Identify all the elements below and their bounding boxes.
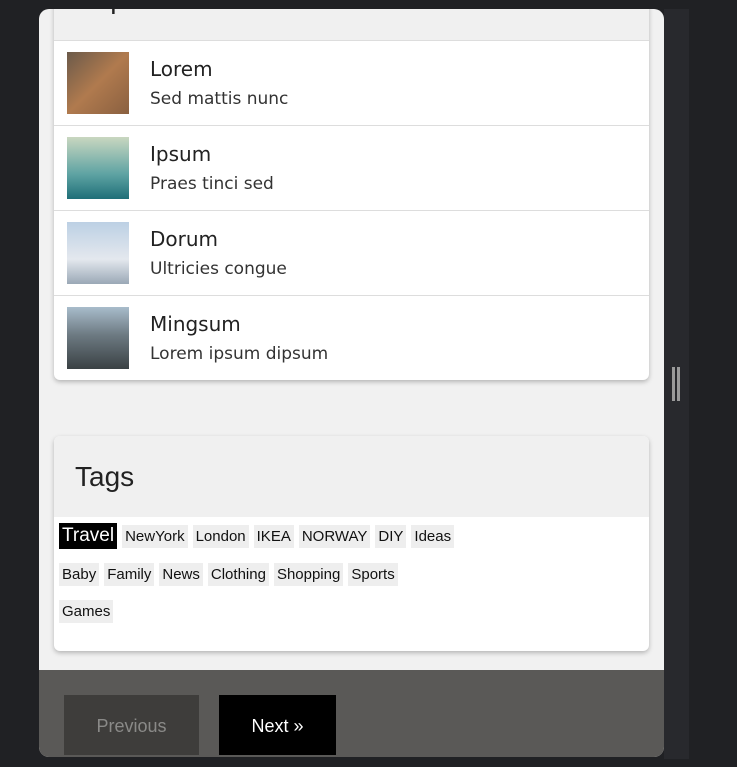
resize-handle[interactable]: [672, 367, 682, 401]
tag-newyork[interactable]: NewYork: [122, 525, 188, 548]
tag-shopping[interactable]: Shopping: [273, 563, 344, 586]
tag-ideas[interactable]: Ideas: [411, 525, 455, 548]
popular-posts-title: Popular Posts: [54, 9, 649, 40]
tag-baby[interactable]: Baby: [59, 563, 100, 586]
tag-list: Travel NewYork London IKEA NORWAY DIY Ideas Bab…: [54, 517, 649, 637]
tag-clothing[interactable]: Clothing: [207, 563, 269, 586]
post-title: Mingsum: [150, 312, 241, 336]
list-item[interactable]: Dorum Ultricies congue: [54, 210, 649, 295]
tags-title: Tags: [54, 436, 649, 517]
post-thumbnail: [67, 307, 129, 369]
post-thumbnail: [67, 222, 129, 284]
list-item[interactable]: Mingsum Lorem ipsum dipsum: [54, 295, 649, 380]
post-subtitle: Praes tinci sed: [150, 174, 274, 194]
pagination-bar: Previous Next »: [39, 670, 664, 757]
tag-games[interactable]: Games: [59, 600, 114, 623]
tag-family[interactable]: Family: [104, 563, 155, 586]
content-panel: Popular Posts Lorem Sed mattis nunc Ipsum…: [39, 9, 664, 757]
post-thumbnail: [67, 137, 129, 199]
list-item[interactable]: Ipsum Praes tinci sed: [54, 125, 649, 210]
tag-diy[interactable]: DIY: [375, 525, 407, 548]
tag-london[interactable]: London: [192, 525, 249, 548]
post-subtitle: Lorem ipsum dipsum: [150, 344, 329, 364]
tag-norway[interactable]: NORWAY: [298, 525, 371, 548]
post-thumbnail: [67, 52, 129, 114]
tag-ikea[interactable]: IKEA: [253, 525, 294, 548]
next-button[interactable]: Next »: [219, 695, 336, 755]
post-title: Ipsum: [150, 142, 212, 166]
post-title: Dorum: [150, 227, 219, 251]
post-subtitle: Ultricies congue: [150, 259, 287, 279]
tag-news[interactable]: News: [159, 563, 203, 586]
post-title: Lorem: [150, 57, 213, 81]
tags-card: Tags Travel NewYork London IKEA NORWAY DIY Ide…: [54, 436, 649, 651]
previous-button[interactable]: Previous: [64, 695, 199, 755]
tag-travel[interactable]: Travel: [59, 523, 118, 549]
popular-posts-card: Popular Posts Lorem Sed mattis nunc Ipsum…: [54, 9, 649, 380]
post-subtitle: Sed mattis nunc: [150, 89, 289, 109]
tag-sports[interactable]: Sports: [348, 563, 398, 586]
list-item[interactable]: Lorem Sed mattis nunc: [54, 40, 649, 125]
